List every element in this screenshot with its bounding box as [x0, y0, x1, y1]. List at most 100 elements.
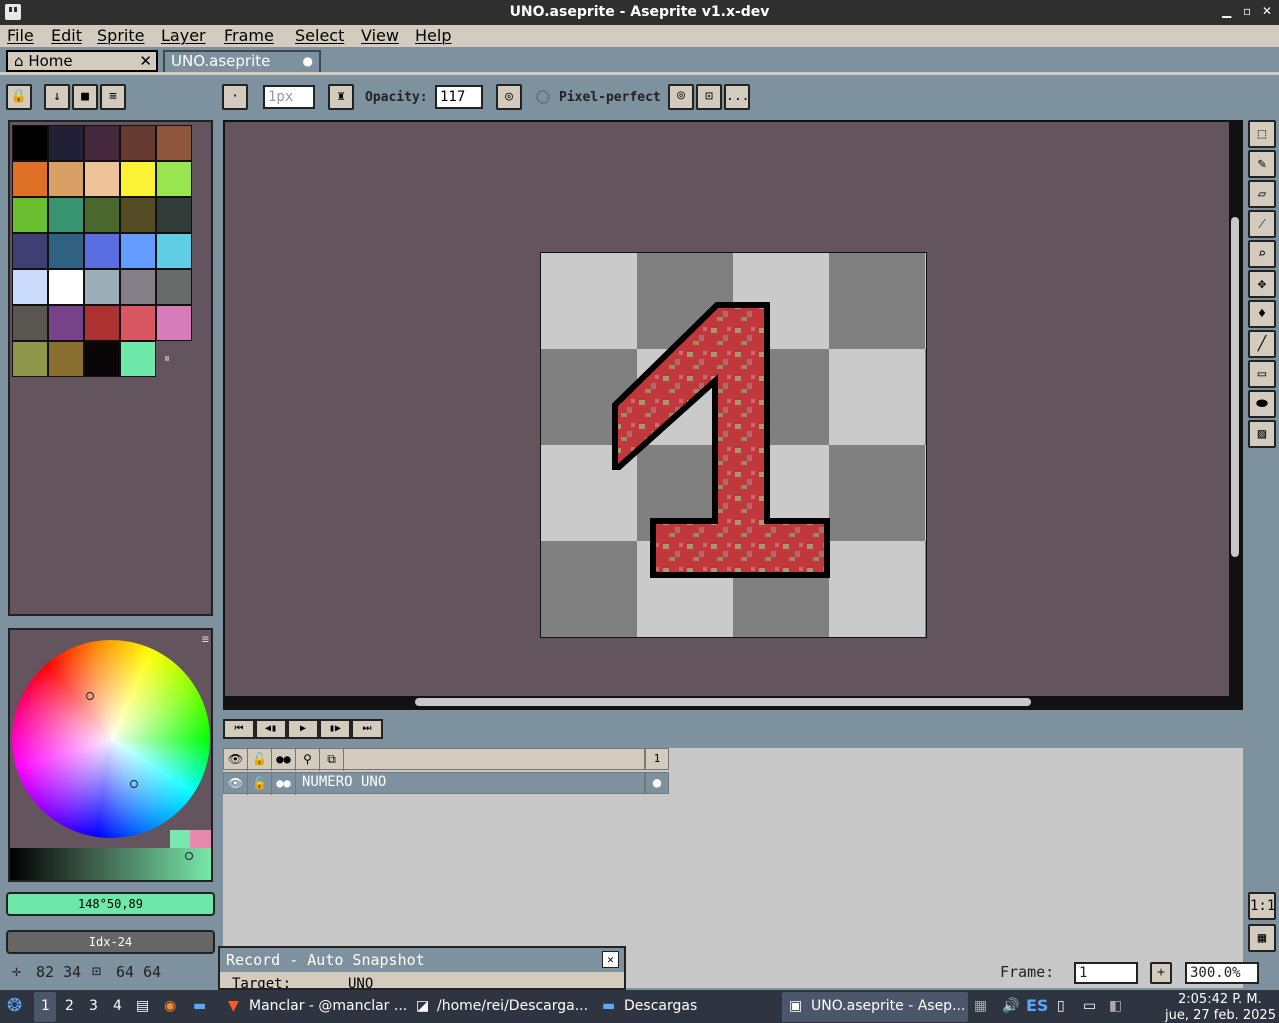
move-icon[interactable]: ✥: [1248, 270, 1276, 298]
layer-visible-icon[interactable]: 👁: [224, 773, 248, 795]
palette-swatch[interactable]: [48, 125, 84, 161]
horizontal-scrollbar[interactable]: [225, 696, 1241, 708]
palette-swatch[interactable]: [120, 161, 156, 197]
palette-swatch[interactable]: [156, 233, 192, 269]
menu-sprite[interactable]: Sprite: [97, 26, 144, 45]
keyboard-layout-indicator[interactable]: ES: [1026, 996, 1048, 1015]
taskbar-window-editor[interactable]: /home/rei/Descarga...: [437, 998, 588, 1014]
pencil-icon[interactable]: ✎: [1248, 150, 1276, 178]
line-icon[interactable]: ╱: [1248, 330, 1276, 358]
palette-swatch[interactable]: [120, 233, 156, 269]
palette-swatch[interactable]: [156, 161, 192, 197]
visibility-header-icon[interactable]: 👁: [224, 749, 248, 771]
palette-swatch[interactable]: [84, 305, 120, 341]
palette-swatch[interactable]: [156, 125, 192, 161]
canvas-editor[interactable]: [223, 120, 1243, 710]
palette-swatch[interactable]: [12, 341, 48, 377]
tab-close-icon[interactable]: ✕: [139, 52, 152, 70]
palette-swatch[interactable]: [12, 197, 48, 233]
opacity-input[interactable]: 117: [435, 85, 483, 109]
menu-view[interactable]: View: [361, 26, 399, 45]
color-wheel[interactable]: [12, 640, 210, 838]
tab-uno-aseprite[interactable]: UNO.aseprite ●: [163, 50, 321, 72]
palette-swatch[interactable]: [156, 305, 192, 341]
palette-swatch[interactable]: [84, 161, 120, 197]
minimize-icon[interactable]: ▁: [1222, 4, 1231, 18]
workspace-3[interactable]: 3: [89, 998, 98, 1014]
layer-cel[interactable]: ●: [645, 772, 669, 794]
palette-swatch[interactable]: [120, 341, 156, 377]
zoom-input[interactable]: 300.0%: [1185, 962, 1259, 984]
palette-swatch[interactable]: [12, 269, 48, 305]
palette-swatch[interactable]: [12, 233, 48, 269]
frame-input[interactable]: 1: [1074, 962, 1138, 984]
shade-marker[interactable]: [185, 852, 193, 860]
square-icon[interactable]: ■: [72, 84, 98, 110]
more-options-button[interactable]: ...: [724, 84, 750, 110]
palette-swatch[interactable]: [120, 125, 156, 161]
workspace-4[interactable]: 4: [113, 998, 122, 1014]
layer-tree-icon[interactable]: ⚲: [296, 749, 320, 771]
timeline-toggle-button[interactable]: ▦: [1248, 924, 1276, 952]
clipboard-tray-icon[interactable]: ▦: [974, 998, 987, 1014]
zoom-icon[interactable]: ⌕: [1248, 240, 1276, 268]
palette-swatch[interactable]: [120, 269, 156, 305]
prev-frame-button[interactable]: ◀▮: [255, 719, 287, 739]
palette-swatch[interactable]: [48, 269, 84, 305]
menu-frame[interactable]: Frame: [224, 26, 274, 45]
palette-swatch[interactable]: [12, 305, 48, 341]
rectangle-icon[interactable]: ▭: [1248, 360, 1276, 388]
sprite-canvas[interactable]: [540, 252, 927, 638]
foreground-color-bar[interactable]: 148°50,89: [6, 892, 215, 916]
lock-header-icon[interactable]: 🔓: [248, 749, 272, 771]
palette-swatch[interactable]: [84, 233, 120, 269]
wheel-selected-marker[interactable]: [130, 780, 138, 788]
tab-home[interactable]: ⌂ Home ✕: [6, 50, 158, 72]
spray-icon[interactable]: ⌾: [668, 84, 694, 110]
taskbar-window-descargas[interactable]: Descargas: [624, 998, 697, 1014]
palette-swatch[interactable]: [12, 125, 48, 161]
palette-swatch[interactable]: [48, 341, 84, 377]
workspace-1[interactable]: 1: [41, 998, 50, 1014]
last-frame-button[interactable]: ⏭: [351, 719, 383, 739]
notes-tray-icon[interactable]: ▯: [1057, 998, 1065, 1014]
palette-swatch[interactable]: [84, 197, 120, 233]
taskbar-window-brave[interactable]: Manclar - @manclar ...: [249, 998, 407, 1014]
onion-skin-icon[interactable]: ⧉: [320, 749, 344, 771]
palette-swatch[interactable]: [156, 197, 192, 233]
blur-icon[interactable]: ▨: [1248, 420, 1276, 448]
firefox-launcher-icon[interactable]: ◉: [164, 998, 176, 1014]
wheel-fg-swatch[interactable]: [170, 830, 190, 850]
palette-swatch[interactable]: [48, 197, 84, 233]
wheel-bg-swatch[interactable]: [190, 830, 211, 850]
layer-name[interactable]: NUMERO UNO: [302, 774, 386, 790]
network-tray-icon[interactable]: ◧: [1109, 998, 1122, 1014]
volume-tray-icon[interactable]: 🔊: [1002, 998, 1019, 1014]
menu-layer[interactable]: Layer: [161, 26, 206, 45]
palette-swatch[interactable]: [84, 269, 120, 305]
layer-continuous-icon[interactable]: ●●: [272, 773, 296, 795]
menu-edit[interactable]: Edit: [51, 26, 82, 45]
menu-file[interactable]: File: [7, 26, 34, 45]
maximize-icon[interactable]: ▫: [1243, 4, 1251, 18]
arrow-down-icon[interactable]: ↓: [44, 84, 70, 110]
clock-time[interactable]: 2:05:42 P. M.: [1178, 992, 1262, 1007]
menu-help[interactable]: Help: [415, 26, 451, 45]
file-manager-launcher-icon[interactable]: ▤: [136, 998, 149, 1014]
palette-swatch[interactable]: [120, 305, 156, 341]
ink-icon[interactable]: ♜: [328, 84, 354, 110]
index-color-bar[interactable]: Idx-24: [6, 930, 215, 954]
clock-date[interactable]: jue, 27 feb. 2025: [1165, 1008, 1276, 1023]
continuous-header-icon[interactable]: ●●: [272, 749, 296, 771]
lock-icon[interactable]: 🔒: [6, 84, 32, 110]
horizontal-scroll-thumb[interactable]: [415, 698, 1031, 706]
add-frame-icon[interactable]: +: [1150, 962, 1172, 984]
palette-swatch[interactable]: [48, 161, 84, 197]
unsaved-dot-icon[interactable]: ●: [303, 52, 313, 70]
display-tray-icon[interactable]: ▭: [1083, 998, 1096, 1014]
pixel-perfect-checkbox[interactable]: [536, 90, 550, 104]
shade-gradient[interactable]: [10, 848, 211, 880]
zoom-1to1-button[interactable]: 1:1: [1248, 892, 1276, 920]
close-icon[interactable]: ✕: [1262, 4, 1272, 18]
wheel-harmony-marker[interactable]: [86, 692, 94, 700]
